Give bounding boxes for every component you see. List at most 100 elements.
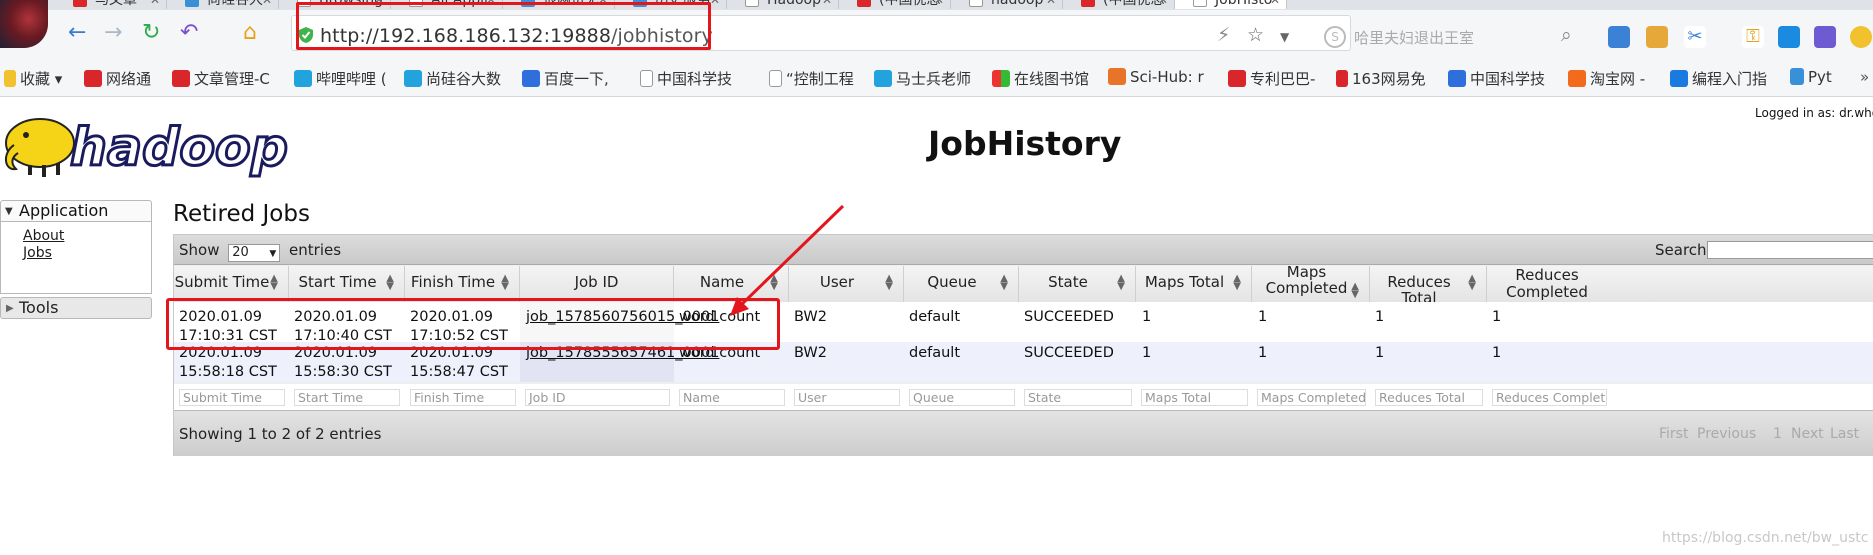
filter-input-maps-total[interactable]: Maps Total — [1141, 389, 1248, 406]
filter-input-reduces-total[interactable]: Reduces Total — [1375, 389, 1483, 406]
smiley-icon[interactable] — [1850, 26, 1872, 48]
reload-icon[interactable]: ↻ — [142, 22, 160, 44]
zhihu-icon — [1670, 70, 1688, 87]
close-icon[interactable]: ✕ — [1270, 0, 1280, 9]
queue-cell: default — [909, 309, 961, 325]
browser-tab[interactable]: hadoop ✕ — [951, 0, 1063, 9]
browser-tab[interactable]: (中国优总 ✕ — [839, 0, 951, 9]
browser-tab[interactable]: (中国优总 ✕ — [1063, 0, 1175, 9]
column-header-name[interactable]: Name ▲ ▼ — [674, 266, 789, 302]
chevron-down-icon[interactable]: ▼ — [1280, 30, 1289, 44]
pagination-page[interactable]: 1 — [1773, 426, 1782, 442]
maps-total-cell: 1 — [1142, 309, 1152, 325]
filter-input-finish-time[interactable]: Finish Time — [410, 389, 516, 406]
back-icon[interactable]: ← — [68, 22, 86, 44]
table-info: Showing 1 to 2 of 2 entries — [179, 425, 382, 443]
filter-input-user[interactable]: User — [794, 389, 900, 406]
avatar[interactable] — [0, 0, 48, 48]
page-icon — [1193, 0, 1207, 7]
csdn-icon — [73, 0, 87, 7]
column-header-maps-completed[interactable]: Maps Completed ▲ ▼ — [1252, 264, 1370, 302]
close-icon[interactable]: ✕ — [710, 0, 720, 9]
bookmark-item[interactable]: 马士兵老师 — [874, 68, 971, 89]
column-header-submit-time[interactable]: Submit Time ▲ ▼ — [174, 266, 289, 302]
column-header-job-id[interactable]: Job ID — [520, 266, 674, 302]
sidebar-section-application[interactable]: ▼ Application — [0, 200, 152, 222]
column-header-reduces-total[interactable]: Reduces Total ▲ ▼ — [1370, 266, 1487, 306]
close-icon[interactable]: ✕ — [262, 0, 272, 9]
column-header-user[interactable]: User ▲ ▼ — [789, 266, 904, 302]
filter-input-reduces-completed[interactable]: Reduces Completed — [1492, 389, 1607, 406]
close-icon[interactable]: ✕ — [1158, 0, 1168, 9]
pagination-next[interactable]: Next — [1791, 426, 1824, 442]
scissors-icon[interactable]: ✂ — [1684, 26, 1706, 48]
browser-tab[interactable]: 马文章 ✕ — [55, 0, 167, 9]
column-header-finish-time[interactable]: Finish Time ▲ ▼ — [405, 266, 520, 302]
filter-input-maps-completed[interactable]: Maps Completed — [1257, 389, 1366, 406]
bookmark-item[interactable]: 哔哩哔哩 ( — [294, 68, 387, 89]
sort-icon: ▲ ▼ — [770, 273, 778, 292]
bookmark-item[interactable]: 中国科学技 — [640, 68, 732, 89]
close-icon[interactable]: ✕ — [1046, 0, 1056, 9]
pagination-first[interactable]: First — [1659, 426, 1688, 442]
bookmark-item[interactable]: 百度一下, — [522, 68, 609, 89]
filter-input-state[interactable]: State — [1024, 389, 1132, 406]
bookmark-item[interactable]: 编程入门指 — [1670, 68, 1767, 89]
sidebar-link-about[interactable]: About — [23, 228, 151, 245]
extension-icon[interactable] — [1646, 26, 1668, 48]
undo-icon[interactable]: ↶ — [180, 22, 198, 44]
sort-icon: ▲ ▼ — [1233, 273, 1241, 292]
filter-input-start-time[interactable]: Start Time — [294, 389, 400, 406]
bookmark-item[interactable]: 163网易免 — [1336, 68, 1426, 89]
bookmark-item[interactable]: 专利巴巴- — [1228, 68, 1315, 89]
extension-icon[interactable] — [1778, 26, 1800, 48]
column-header-queue[interactable]: Queue ▲ ▼ — [904, 266, 1019, 302]
filter-input-submit-time[interactable]: Submit Time — [179, 389, 285, 406]
table-footer: Showing 1 to 2 of 2 entries First Previo… — [174, 410, 1873, 456]
bookmark-item[interactable]: “控制工程 — [769, 68, 854, 89]
sidebar-link-jobs[interactable]: Jobs — [23, 245, 151, 262]
bookmark-item[interactable]: 文章管理-C — [172, 68, 270, 89]
filter-input-queue[interactable]: Queue — [909, 389, 1015, 406]
lightning-icon[interactable]: ⚡ — [1217, 24, 1230, 46]
forward-icon[interactable]: → — [104, 22, 122, 44]
bookmark-item[interactable]: 网络通 — [84, 68, 151, 89]
search-icon[interactable]: ⌕ — [1561, 24, 1572, 46]
sidebar-section-tools[interactable]: ▶ Tools — [0, 297, 152, 319]
bookmark-item[interactable]: 尚硅谷大数 — [404, 68, 501, 89]
home-icon[interactable]: ⌂ — [243, 22, 257, 44]
pagination-previous[interactable]: Previous — [1697, 426, 1756, 442]
extension-icon[interactable] — [1814, 26, 1836, 48]
table-search-input[interactable] — [1707, 241, 1873, 259]
bookmark-item[interactable]: 在线图书馆 — [992, 68, 1089, 89]
bookmark-item[interactable]: 中国科学技 — [1448, 68, 1545, 89]
more-bookmarks-icon[interactable]: » — [1860, 68, 1869, 86]
user-cell: BW2 — [794, 345, 827, 361]
browser-tab[interactable]: 尚硅谷大 ✕ — [167, 0, 279, 9]
filter-input-job-id[interactable]: Job ID — [525, 389, 670, 406]
star-icon[interactable]: ☆ — [1247, 24, 1264, 46]
elephant-icon — [5, 118, 75, 177]
page-length-select[interactable]: 20 ▼ — [228, 244, 281, 262]
taobao-icon — [1568, 70, 1586, 87]
reduces-total-cell: 1 — [1375, 345, 1385, 361]
extension-icon[interactable] — [1608, 26, 1630, 48]
close-icon[interactable]: ✕ — [150, 0, 160, 9]
filter-input-name[interactable]: Name — [679, 389, 785, 406]
key-icon[interactable]: ⚿ — [1742, 26, 1764, 48]
browser-tab[interactable]: Hadoop ✕ — [727, 0, 839, 9]
column-header-reduces-completed[interactable]: Reduces Completed — [1487, 266, 1607, 302]
bookmark-item[interactable]: 淘宝网 - — [1568, 68, 1645, 89]
bookmark-item[interactable]: Sci-Hub: r — [1108, 68, 1204, 86]
pagination-last[interactable]: Last — [1830, 426, 1859, 442]
column-header-state[interactable]: State ▲ ▼ — [1019, 266, 1136, 302]
column-header-maps-total[interactable]: Maps Total ▲ ▼ — [1136, 266, 1252, 302]
close-icon[interactable]: ✕ — [822, 0, 832, 9]
column-header-start-time[interactable]: Start Time ▲ ▼ — [289, 266, 405, 302]
tab-strip: 马文章 ✕ 尚硅谷大 ✕ Browsing ✕ All Appli ✕ 很网页无 ✕ 历史… — [0, 0, 1873, 10]
bookmark-item[interactable]: Pyt — [1790, 68, 1832, 86]
browser-tab-active[interactable]: JobHisto ✕ — [1175, 0, 1287, 9]
bookmark-item[interactable]: 收藏 ▾ — [4, 68, 62, 89]
sort-icon: ▲ ▼ — [270, 273, 278, 292]
close-icon[interactable]: ✕ — [934, 0, 944, 9]
